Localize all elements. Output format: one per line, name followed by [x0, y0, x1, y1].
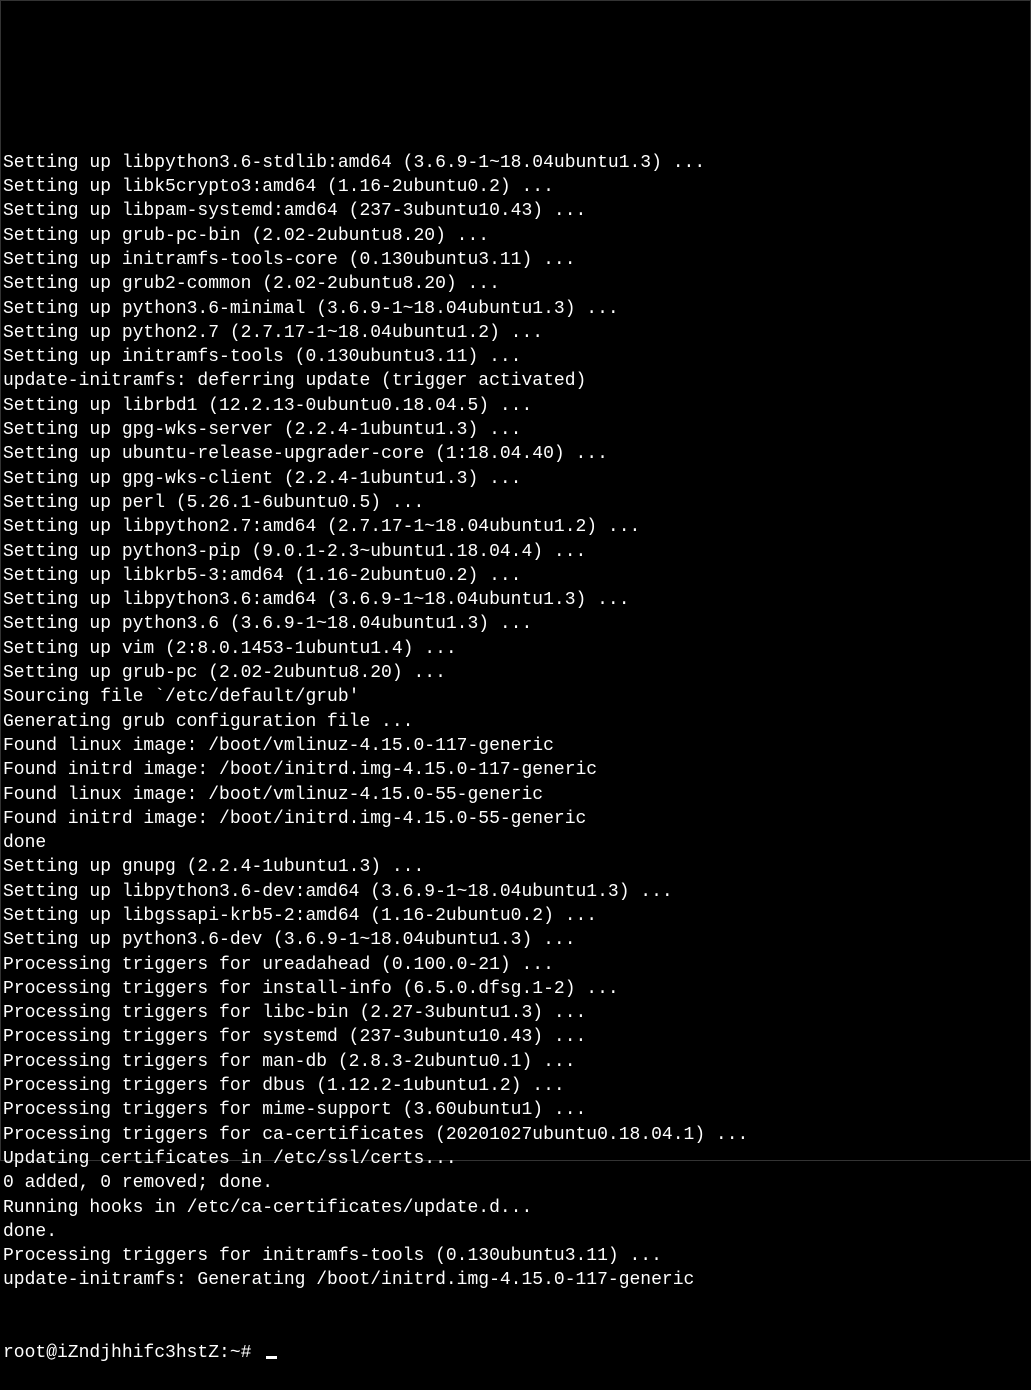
terminal-line: Setting up ubuntu-release-upgrader-core …	[3, 442, 1028, 466]
terminal-line: Updating certificates in /etc/ssl/certs.…	[3, 1147, 1028, 1171]
terminal-line: Processing triggers for initramfs-tools …	[3, 1244, 1028, 1268]
terminal-line: done	[3, 831, 1028, 855]
terminal-line: Setting up libpython3.6:amd64 (3.6.9-1~1…	[3, 588, 1028, 612]
terminal-line: Setting up python3.6 (3.6.9-1~18.04ubunt…	[3, 612, 1028, 636]
terminal-line: Setting up grub-pc-bin (2.02-2ubuntu8.20…	[3, 224, 1028, 248]
terminal-line: Setting up libkrb5-3:amd64 (1.16-2ubuntu…	[3, 564, 1028, 588]
terminal-line: Setting up python3.6-minimal (3.6.9-1~18…	[3, 297, 1028, 321]
terminal-line: Setting up perl (5.26.1-6ubuntu0.5) ...	[3, 491, 1028, 515]
terminal-line: Processing triggers for libc-bin (2.27-3…	[3, 1001, 1028, 1025]
terminal-line: Processing triggers for ca-certificates …	[3, 1123, 1028, 1147]
terminal-line: update-initramfs: deferring update (trig…	[3, 369, 1028, 393]
terminal-line: update-initramfs: Generating /boot/initr…	[3, 1268, 1028, 1292]
terminal-line: Setting up grub2-common (2.02-2ubuntu8.2…	[3, 272, 1028, 296]
terminal-line: Setting up librbd1 (12.2.13-0ubuntu0.18.…	[3, 394, 1028, 418]
terminal-line: Sourcing file `/etc/default/grub'	[3, 685, 1028, 709]
terminal-line: Setting up libgssapi-krb5-2:amd64 (1.16-…	[3, 904, 1028, 928]
terminal-line: Setting up python3.6-dev (3.6.9-1~18.04u…	[3, 928, 1028, 952]
terminal-line: Processing triggers for ureadahead (0.10…	[3, 953, 1028, 977]
terminal-line: Found linux image: /boot/vmlinuz-4.15.0-…	[3, 734, 1028, 758]
terminal-line: Setting up grub-pc (2.02-2ubuntu8.20) ..…	[3, 661, 1028, 685]
terminal-line: Setting up libpython3.6-dev:amd64 (3.6.9…	[3, 880, 1028, 904]
terminal-line: Setting up libk5crypto3:amd64 (1.16-2ubu…	[3, 175, 1028, 199]
terminal-line: Found initrd image: /boot/initrd.img-4.1…	[3, 758, 1028, 782]
terminal-line: Setting up initramfs-tools-core (0.130ub…	[3, 248, 1028, 272]
terminal-line: Generating grub configuration file ...	[3, 710, 1028, 734]
terminal-line: Found linux image: /boot/vmlinuz-4.15.0-…	[3, 783, 1028, 807]
terminal-line: Setting up libpython3.6-stdlib:amd64 (3.…	[3, 151, 1028, 175]
cursor-icon	[266, 1356, 277, 1359]
terminal-line: Running hooks in /etc/ca-certificates/up…	[3, 1196, 1028, 1220]
shell-prompt: root@iZndjhhifc3hstZ:~#	[3, 1341, 262, 1365]
terminal-line: Processing triggers for mime-support (3.…	[3, 1098, 1028, 1122]
terminal-line: Setting up vim (2:8.0.1453-1ubuntu1.4) .…	[3, 637, 1028, 661]
terminal-line: Setting up python2.7 (2.7.17-1~18.04ubun…	[3, 321, 1028, 345]
terminal-line: Setting up libpython2.7:amd64 (2.7.17-1~…	[3, 515, 1028, 539]
terminal-line: 0 added, 0 removed; done.	[3, 1171, 1028, 1195]
terminal-output: Setting up libpython3.6-stdlib:amd64 (3.…	[3, 151, 1028, 1293]
terminal-line: Setting up libpam-systemd:amd64 (237-3ub…	[3, 199, 1028, 223]
terminal-window[interactable]: Setting up libpython3.6-stdlib:amd64 (3.…	[3, 102, 1028, 1253]
terminal-line: done.	[3, 1220, 1028, 1244]
terminal-line: Processing triggers for dbus (1.12.2-1ub…	[3, 1074, 1028, 1098]
terminal-line: Setting up gpg-wks-client (2.2.4-1ubuntu…	[3, 467, 1028, 491]
terminal-line: Setting up gpg-wks-server (2.2.4-1ubuntu…	[3, 418, 1028, 442]
terminal-line: Setting up gnupg (2.2.4-1ubuntu1.3) ...	[3, 855, 1028, 879]
terminal-line: Found initrd image: /boot/initrd.img-4.1…	[3, 807, 1028, 831]
terminal-line: Setting up initramfs-tools (0.130ubuntu3…	[3, 345, 1028, 369]
terminal-prompt-line[interactable]: root@iZndjhhifc3hstZ:~#	[3, 1341, 1028, 1365]
terminal-line: Setting up python3-pip (9.0.1-2.3~ubuntu…	[3, 540, 1028, 564]
terminal-line: Processing triggers for man-db (2.8.3-2u…	[3, 1050, 1028, 1074]
terminal-line: Processing triggers for systemd (237-3ub…	[3, 1025, 1028, 1049]
terminal-line: Processing triggers for install-info (6.…	[3, 977, 1028, 1001]
